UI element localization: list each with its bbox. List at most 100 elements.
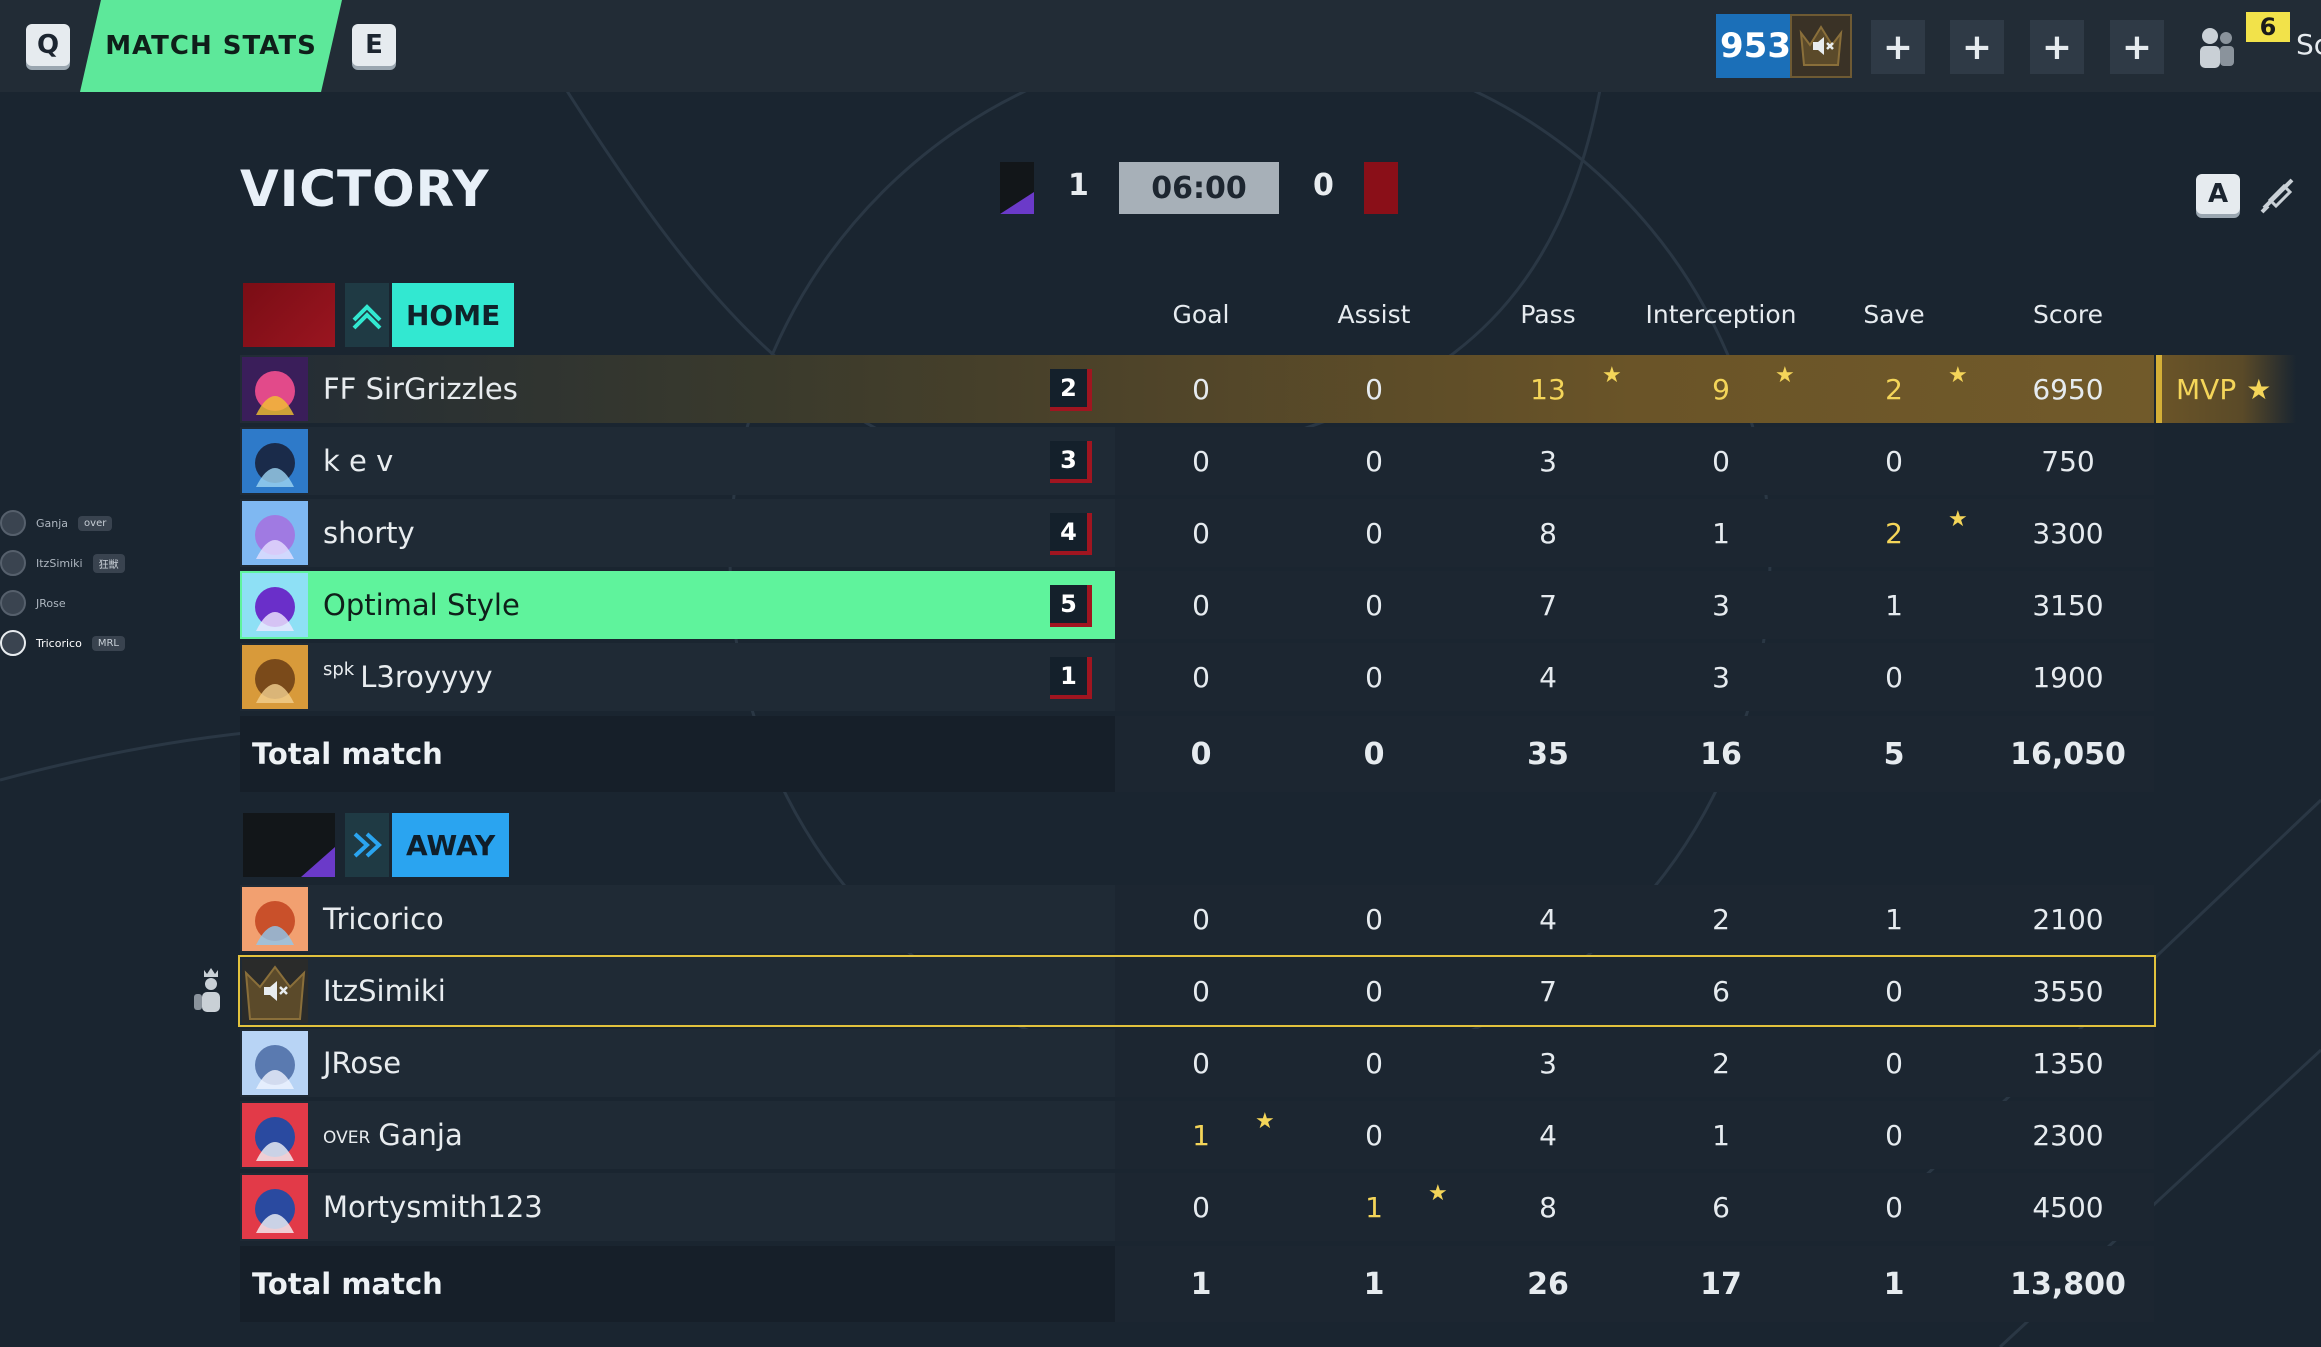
column-goal: Goal bbox=[1172, 300, 1230, 329]
avatar[interactable] bbox=[242, 645, 308, 709]
add-slot-button-2[interactable]: + bbox=[1950, 20, 2004, 74]
side-list-name: ItzSimiki bbox=[36, 556, 83, 570]
stat-score: 3300 bbox=[2032, 516, 2104, 550]
player-name-text: JRose bbox=[323, 1046, 402, 1080]
side-list-item[interactable]: Ganja over bbox=[0, 508, 113, 538]
stat-score: 2100 bbox=[2032, 902, 2104, 936]
side-list-name: Ganja bbox=[36, 516, 69, 530]
friends-count-badge: 6 bbox=[2246, 12, 2290, 42]
away-player-row[interactable]: Tricorico 0 0 4 2 1 2100 bbox=[240, 885, 2154, 953]
stat-score: 1350 bbox=[2032, 1046, 2104, 1080]
mute-mic-icon[interactable] bbox=[2254, 170, 2302, 218]
stat-pass: 4 bbox=[1539, 1118, 1557, 1152]
avatar[interactable] bbox=[242, 887, 308, 951]
stat-pass: 3 bbox=[1539, 444, 1557, 478]
avatar[interactable] bbox=[242, 1103, 308, 1167]
home-player-row[interactable]: Optimal Style 5 0 0 7 3 1 3150 bbox=[240, 571, 2154, 639]
avatar[interactable] bbox=[242, 573, 308, 637]
away-total-goal: 1 bbox=[1190, 1266, 1212, 1302]
avatar[interactable] bbox=[242, 501, 308, 565]
side-list-badge: MRL bbox=[91, 635, 125, 651]
column-interception: Interception bbox=[1645, 300, 1797, 329]
home-total-score: 16,050 bbox=[2010, 736, 2126, 772]
best-stat-star-icon: ★ bbox=[1775, 363, 1795, 388]
stat-interception: 0 bbox=[1712, 444, 1730, 478]
away-player-row[interactable]: JRose 0 0 3 2 0 1350 bbox=[240, 1029, 2154, 1097]
home-player-row[interactable]: spk L3royyyy 1 0 0 4 3 0 1900 bbox=[240, 643, 2154, 711]
side-list-name: JRose bbox=[36, 596, 66, 610]
stat-goal: 0 bbox=[1192, 588, 1210, 622]
side-list-item-current[interactable]: Tricorico MRL bbox=[0, 628, 125, 658]
player-name: shorty bbox=[323, 499, 415, 567]
stat-goal: 0 bbox=[1192, 516, 1210, 550]
stat-score: 2300 bbox=[2032, 1118, 2104, 1152]
home-chevron-icon bbox=[345, 283, 389, 347]
home-player-row[interactable]: FF SirGrizzles 2 0 0 13 ★ 9 ★ 2 ★ 6950 bbox=[240, 355, 2154, 423]
player-name: Optimal Style bbox=[323, 571, 520, 639]
home-player-row[interactable]: shorty 4 0 0 8 1 2 ★ 3300 bbox=[240, 499, 2154, 567]
side-list-name: Tricorico bbox=[36, 636, 82, 650]
stat-assist: 0 bbox=[1365, 1118, 1383, 1152]
home-total-row: Total match 0 0 35 16 5 16,050 bbox=[240, 716, 2154, 792]
avatar[interactable] bbox=[242, 1031, 308, 1095]
stat-score: 3150 bbox=[2032, 588, 2104, 622]
away-player-row[interactable]: over Ganja 1 ★ 0 4 1 0 2300 bbox=[240, 1101, 2154, 1169]
away-total-pass: 26 bbox=[1527, 1266, 1569, 1302]
stat-interception: 1 bbox=[1712, 516, 1730, 550]
away-team-color bbox=[243, 813, 335, 877]
side-list-item[interactable]: JRose bbox=[0, 588, 66, 618]
away-player-row[interactable]: Mortysmith123 0 1 ★ 8 6 0 4500 bbox=[240, 1173, 2154, 1241]
home-total-assist: 0 bbox=[1363, 736, 1385, 772]
cutoff-label: Sc bbox=[2296, 28, 2321, 61]
match-timer: 06:00 bbox=[1119, 162, 1279, 214]
stat-goal: 0 bbox=[1192, 902, 1210, 936]
player-name-text: FF SirGrizzles bbox=[323, 372, 518, 406]
player-name-text: ItzSimiki bbox=[323, 974, 446, 1008]
stat-goal: 0 bbox=[1192, 444, 1210, 478]
add-slot-button-3[interactable]: + bbox=[2030, 20, 2084, 74]
player-rank-badge: 1 bbox=[1050, 657, 1092, 699]
add-slot-button-1[interactable]: + bbox=[1871, 20, 1925, 74]
prev-tab-key[interactable]: Q bbox=[26, 24, 70, 66]
player-name: k e v bbox=[323, 427, 393, 495]
away-score: 0 bbox=[1313, 168, 1334, 203]
stat-assist: 0 bbox=[1365, 588, 1383, 622]
home-player-row[interactable]: k e v 3 0 0 3 0 0 750 bbox=[240, 427, 2154, 495]
away-total-row: Total match 1 1 26 17 1 13,800 bbox=[240, 1246, 2154, 1322]
toggle-key-a[interactable]: A bbox=[2196, 174, 2240, 214]
home-total-goal: 0 bbox=[1190, 736, 1212, 772]
best-stat-star-icon: ★ bbox=[1948, 363, 1968, 388]
mvp-badge: MVP ★ bbox=[2156, 355, 2296, 423]
currency-amount: 953 bbox=[1720, 26, 1791, 66]
stat-assist: 0 bbox=[1365, 660, 1383, 694]
muted-crown-icon[interactable] bbox=[1790, 14, 1852, 78]
avatar[interactable] bbox=[242, 357, 308, 421]
stat-interception: 6 bbox=[1712, 1190, 1730, 1224]
total-label: Total match bbox=[252, 737, 443, 771]
home-team-color bbox=[243, 283, 335, 347]
stat-interception: 3 bbox=[1712, 660, 1730, 694]
away-total-save: 1 bbox=[1883, 1266, 1905, 1302]
avatar[interactable] bbox=[242, 429, 308, 493]
tab-match-stats[interactable]: MATCH STATS bbox=[80, 0, 342, 92]
avatar bbox=[0, 630, 26, 656]
best-stat-star-icon: ★ bbox=[1428, 1181, 1448, 1206]
total-label: Total match bbox=[252, 1267, 443, 1301]
player-name-text: shorty bbox=[323, 516, 415, 550]
stat-goal: 0 bbox=[1192, 660, 1210, 694]
friends-icon[interactable] bbox=[2190, 24, 2246, 70]
player-name-text: L3royyyy bbox=[360, 660, 493, 694]
stat-goal: 0 bbox=[1192, 372, 1210, 406]
stat-save: 0 bbox=[1885, 444, 1903, 478]
avatar[interactable] bbox=[242, 1175, 308, 1239]
stat-goal: 0 bbox=[1192, 1190, 1210, 1224]
stat-goal: 0 bbox=[1192, 974, 1210, 1008]
best-stat-star-icon: ★ bbox=[1948, 507, 1968, 532]
next-tab-key[interactable]: E bbox=[352, 24, 396, 66]
add-slot-button-4[interactable]: + bbox=[2110, 20, 2164, 74]
stat-pass: 7 bbox=[1539, 974, 1557, 1008]
side-list-item[interactable]: ItzSimiki 狂獣 bbox=[0, 548, 125, 578]
away-player-row[interactable]: ItzSimiki 0 0 7 6 0 3550 bbox=[238, 955, 2156, 1027]
player-club-tag: over bbox=[323, 1121, 371, 1149]
avatar[interactable] bbox=[242, 959, 308, 1023]
